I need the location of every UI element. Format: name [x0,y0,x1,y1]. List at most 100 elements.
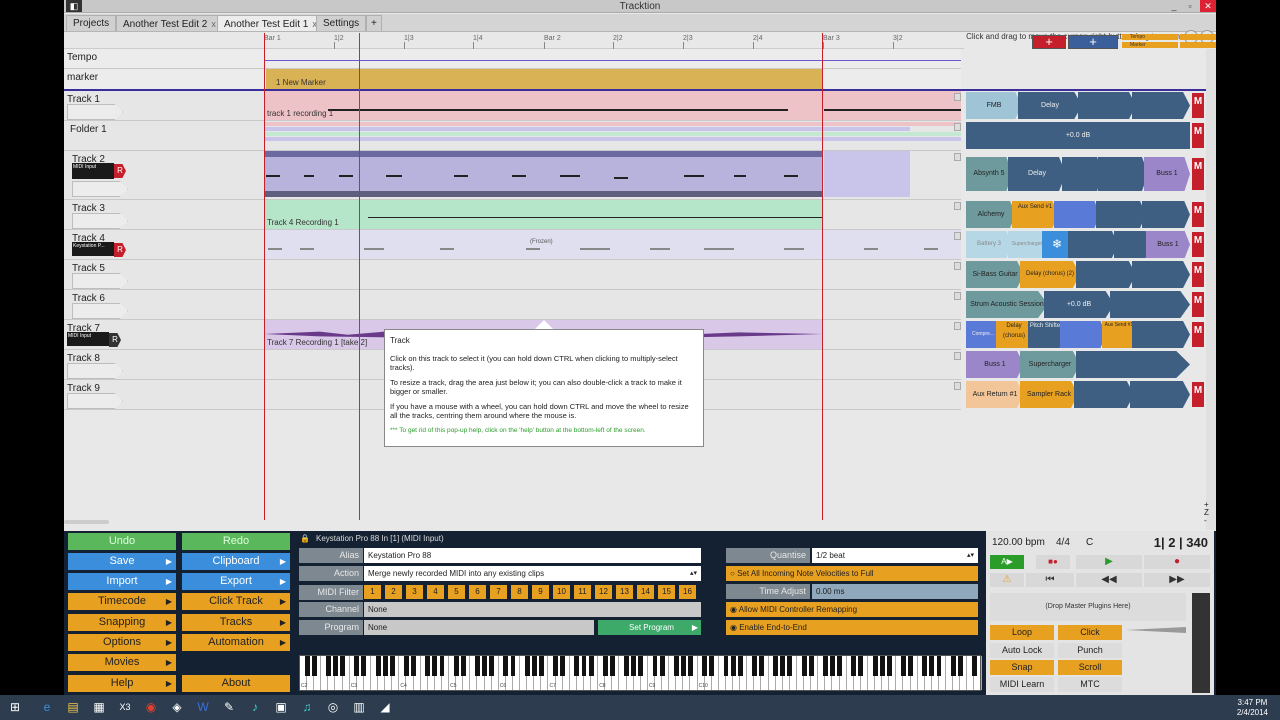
piano-white-key[interactable] [811,656,819,690]
bpm-display[interactable]: 120.00 bpm [992,537,1045,548]
tab-add[interactable]: + [366,15,382,31]
track-arrow[interactable] [67,393,123,409]
app-icon[interactable]: ♪ [244,697,266,718]
track-header-1[interactable]: Track 1 [64,91,264,121]
plugin-slot[interactable] [1054,201,1100,228]
plugin-slot[interactable]: Supercharger [1008,231,1046,258]
loop-end-marker[interactable] [822,33,823,520]
automation-button[interactable] [954,232,961,240]
piano-white-key[interactable] [975,656,982,690]
click-button[interactable]: Click [1058,625,1122,640]
marker-lane[interactable]: 1 New Marker [264,69,961,90]
action-select[interactable]: Merge newly recorded MIDI into any exist… [364,566,701,581]
automation-button[interactable] [954,292,961,300]
piano-white-key[interactable] [960,656,968,690]
track-header-7[interactable]: Track 7 MIDI Input R [64,320,264,350]
close-button[interactable]: ✕ [1200,0,1216,12]
plugin-slot[interactable] [1074,381,1134,408]
piano-white-key[interactable] [343,656,350,690]
piano-white-key[interactable] [563,656,570,690]
plugin-slot[interactable]: Aux Return #1 [966,381,1024,408]
obs-icon[interactable]: ◎ [322,697,344,718]
midi-channel-toggle[interactable]: 16 [679,585,696,599]
velocities-toggle[interactable]: ○ Set All Incoming Note Velocities to Fu… [726,566,978,581]
options-button[interactable]: Options ▶ [68,634,176,651]
automation-button[interactable] [954,153,961,161]
automation-button[interactable] [954,123,961,131]
zoom-out-button[interactable]: - [1204,516,1207,525]
time-signature[interactable]: 4/4 [1056,537,1070,548]
movies-button[interactable]: Movies ▶ [68,654,176,671]
corner-small-button-2[interactable] [1180,42,1216,48]
piano-white-key[interactable] [392,656,400,690]
export-button[interactable]: Export ▶ [182,573,290,590]
scroll-button[interactable]: Scroll [1058,660,1122,675]
rewind-button[interactable]: ◀◀ [1076,573,1142,587]
mute-button[interactable]: M [1192,93,1204,118]
midi-channel-toggle[interactable]: 5 [448,585,465,599]
plugin-slot[interactable]: FMB [966,92,1022,119]
track-header-6[interactable]: Track 6 [64,290,264,320]
tab-projects[interactable]: Projects [66,15,117,31]
plugin-slot[interactable] [1098,157,1148,191]
tempo-lane[interactable] [264,49,961,69]
track-lane-1[interactable]: track 1 recording 1 [264,91,961,121]
midi-channel-toggle[interactable]: 11 [574,585,591,599]
track-header-8[interactable]: Track 8 [64,350,264,380]
plugin-slot[interactable] [1142,201,1190,228]
midi-channel-toggle[interactable]: 9 [532,585,549,599]
track-header-3[interactable]: Track 3 [64,200,264,230]
mute-button[interactable]: M [1192,158,1204,190]
word-icon[interactable]: W [192,697,214,718]
fast-forward-button[interactable]: ▶▶ [1144,573,1210,587]
automation-button[interactable] [954,202,961,210]
tempo-row[interactable]: Tempo [64,49,264,69]
loop-start-marker[interactable] [264,33,265,520]
master-plugins-dropzone[interactable]: (Drop Master Plugins Here) [990,593,1186,621]
midi-channel-toggle[interactable]: 15 [658,585,675,599]
rewind-start-button[interactable]: ⏮ [1026,573,1074,587]
record-arm-button[interactable]: R [114,164,126,178]
folder-header-1[interactable]: Folder 1 [64,121,264,151]
midi-channel-toggle[interactable]: 4 [427,585,444,599]
internet-explorer-icon[interactable]: e [36,697,58,718]
tab-edit-2[interactable]: Another Test Edit 2x [116,15,223,31]
media-app-icon[interactable]: ◈ [166,697,188,718]
help-button[interactable]: Help ▶ [68,675,176,692]
chrome-icon[interactable]: ◉ [140,697,162,718]
track-arrow[interactable] [67,363,123,379]
app-grid-icon[interactable]: ▦ [88,697,110,718]
plugin-slot[interactable]: Battery 3 [966,231,1012,258]
corner-small-button[interactable] [1180,34,1216,40]
track-lane-6[interactable] [264,290,961,320]
piano-white-key[interactable] [591,656,599,690]
piano-white-key[interactable] [641,656,648,690]
track-arrow[interactable] [67,104,123,120]
track-header-4[interactable]: Track 4 Keystation P... R [64,230,264,260]
plugin-slot[interactable]: Compre... [966,321,1000,348]
piano-white-key[interactable] [364,656,371,690]
auto-button[interactable]: A▶ [990,555,1024,569]
remap-toggle[interactable]: ◉ Allow MIDI Controller Remapping [726,602,978,617]
punch-button[interactable]: Punch [1058,643,1122,658]
automation-button[interactable] [954,382,961,390]
midi-channel-toggle[interactable]: 3 [406,585,423,599]
plugin-slot[interactable] [1076,261,1136,288]
midi-clip-ghost[interactable] [824,151,910,197]
volume-slider[interactable] [1126,627,1186,633]
timecode-button[interactable]: Timecode ▶ [68,593,176,610]
track-arrow[interactable] [72,303,128,319]
piano-white-key[interactable] [314,656,322,690]
midi-channel-toggle[interactable]: 13 [616,585,633,599]
piano-white-key[interactable] [939,656,947,690]
folder-lane-1[interactable] [264,121,961,151]
record-button[interactable]: ● [1144,555,1210,569]
x3-app-icon[interactable]: X3 [114,697,136,718]
track-arrow[interactable] [72,273,128,289]
midi-channel-toggle[interactable]: 7 [490,585,507,599]
automation-button[interactable] [954,262,961,270]
horizontal-scrollbar[interactable] [64,520,109,524]
about-button[interactable]: About [182,675,290,692]
piano-white-key[interactable] [840,656,847,690]
piano-white-key[interactable] [513,656,521,690]
